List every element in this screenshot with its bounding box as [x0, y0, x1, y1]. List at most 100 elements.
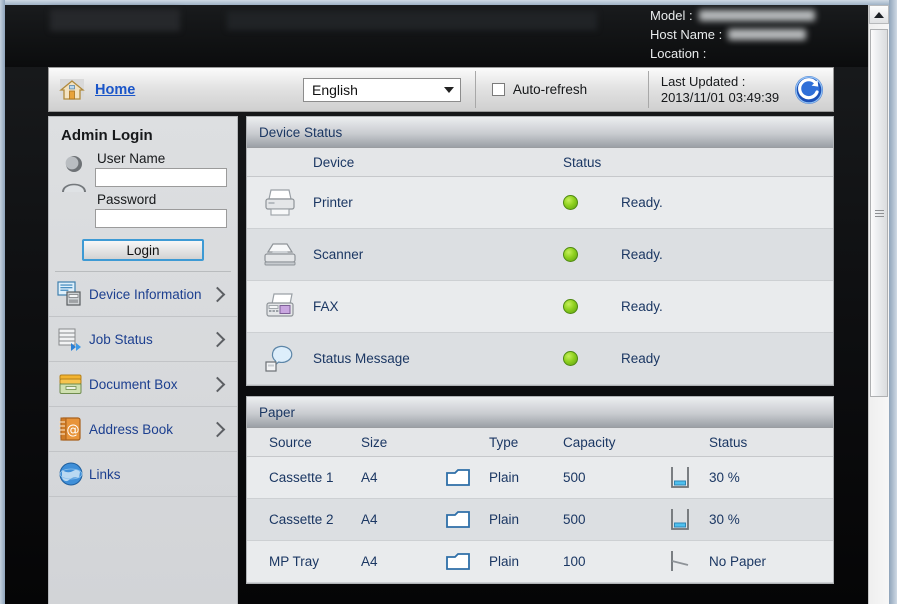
sidebar-item-address-book[interactable]: @ Address Book — [49, 407, 237, 452]
sidebar-item-links[interactable]: Links — [49, 452, 237, 497]
paper-column-headers: Source Size Type Capacity Status — [247, 428, 833, 457]
admin-login-title: Admin Login — [61, 127, 153, 144]
column-header-status: Status — [709, 434, 748, 450]
login-button[interactable]: Login — [82, 239, 204, 261]
device-status-text: Ready. — [621, 299, 663, 314]
login-button-wrap: Login — [59, 239, 227, 261]
printer-icon — [247, 188, 313, 218]
grip-line — [874, 215, 884, 217]
sidebar-item-label: Document Box — [89, 376, 178, 392]
grip-line — [874, 209, 884, 211]
table-row: MP Tray A4 Plain 100 No Paper — [247, 541, 833, 583]
tray-empty-icon — [651, 549, 709, 575]
model-label: Model : — [650, 8, 693, 23]
vertical-scrollbar[interactable] — [868, 5, 889, 604]
window-frame-left — [0, 0, 5, 604]
job-status-icon — [57, 325, 85, 353]
panels-column: Device Status Device Status Printer Read… — [246, 116, 834, 604]
paper-source: Cassette 1 — [269, 470, 334, 485]
tray-level-icon — [651, 465, 709, 491]
device-name: Scanner — [313, 247, 364, 262]
device-name: Status Message — [313, 351, 410, 366]
sidebar-item-label: Device Information — [89, 286, 202, 302]
paper-sheet-icon — [427, 510, 489, 530]
grip-line — [874, 212, 884, 214]
top-toolbar: Home English Auto-refresh Last Updated :… — [48, 67, 834, 112]
column-header-type: Type — [489, 434, 519, 450]
paper-source: Cassette 2 — [269, 512, 334, 527]
scrollbar-thumb[interactable] — [870, 29, 888, 397]
fax-icon — [247, 292, 313, 322]
scroll-up-button[interactable] — [869, 5, 889, 24]
paper-sheet-icon — [427, 468, 489, 488]
device-status-text: Ready. — [621, 247, 663, 262]
auto-refresh-checkbox[interactable] — [491, 83, 505, 96]
admin-login-row: User Name Password — [59, 150, 227, 232]
sidebar-item-label: Links — [89, 466, 121, 482]
table-row: Scanner Ready. — [247, 229, 833, 281]
scanner-icon — [247, 240, 313, 270]
status-indicator-cell — [553, 351, 621, 366]
command-center-page: Model : Host Name : Location : Home Engl… — [0, 0, 897, 604]
svg-text:@: @ — [67, 423, 80, 438]
paper-status: 30 % — [709, 512, 740, 527]
home-link[interactable]: Home — [95, 82, 135, 98]
table-row: Cassette 1 A4 Plain 500 30 % — [247, 457, 833, 499]
device-status-panel: Device Status Device Status Printer Read… — [246, 116, 834, 386]
column-header-size: Size — [361, 434, 388, 450]
paper-type: Plain — [489, 512, 520, 527]
host-name-label: Host Name : — [650, 27, 723, 42]
window-frame-right — [889, 0, 897, 604]
column-header-capacity: Capacity — [563, 434, 616, 450]
column-header-status: Status — [563, 154, 602, 170]
status-indicator-cell — [553, 247, 621, 262]
chevron-right-icon — [209, 376, 226, 392]
paper-status: 30 % — [709, 470, 740, 485]
paper-type: Plain — [489, 470, 520, 485]
table-row: Status Message Ready — [247, 333, 833, 385]
house-icon — [59, 78, 85, 102]
address-book-icon: @ — [57, 415, 85, 443]
device-name: FAX — [313, 299, 339, 314]
column-header-device: Device — [313, 154, 355, 170]
device-information-icon — [57, 280, 85, 308]
password-input[interactable] — [95, 209, 227, 228]
last-updated-area: Last Updated : 2013/11/01 03:49:39 — [649, 68, 833, 111]
status-indicator-cell — [553, 299, 621, 314]
content-area: Admin Login User Name Password Login Dev… — [48, 116, 834, 604]
status-indicator-cell — [553, 195, 621, 210]
paper-capacity: 500 — [563, 512, 586, 527]
sidebar: Admin Login User Name Password Login Dev… — [48, 116, 238, 604]
device-name: Printer — [313, 195, 353, 210]
banner-graphic — [227, 11, 597, 30]
status-dot-green — [563, 247, 578, 262]
device-status-column-headers: Device Status — [247, 148, 833, 177]
sidebar-item-document-box[interactable]: Document Box — [49, 362, 237, 407]
paper-size: A4 — [361, 470, 378, 485]
sidebar-item-job-status[interactable]: Job Status — [49, 317, 237, 362]
language-select-value: English — [312, 81, 358, 98]
model-row: Model : — [650, 6, 815, 25]
paper-size: A4 — [361, 554, 378, 569]
home-area: Home — [49, 68, 303, 111]
user-name-input[interactable] — [95, 168, 227, 187]
refresh-icon[interactable] — [793, 74, 825, 106]
paper-sheet-icon — [427, 552, 489, 572]
language-select[interactable]: English — [303, 77, 461, 102]
sidebar-item-device-information[interactable]: Device Information — [49, 272, 237, 317]
password-label: Password — [97, 192, 157, 207]
last-updated-value: 2013/11/01 03:49:39 — [660, 89, 780, 105]
paper-panel: Paper Source Size Type Capacity Status C… — [246, 396, 834, 584]
table-row: FAX Ready. — [247, 281, 833, 333]
location-label: Location : — [650, 46, 707, 61]
status-dot-green — [563, 351, 578, 366]
document-box-icon — [57, 370, 85, 398]
device-status-text: Ready. — [621, 195, 663, 210]
device-status-text: Ready — [621, 351, 661, 366]
auto-refresh-area[interactable]: Auto-refresh — [476, 68, 648, 111]
chevron-down-icon — [444, 86, 454, 93]
sidebar-item-label: Address Book — [89, 421, 174, 437]
user-name-label: User Name — [97, 151, 166, 166]
device-status-title: Device Status — [247, 117, 833, 148]
table-row: Printer Ready. — [247, 177, 833, 229]
